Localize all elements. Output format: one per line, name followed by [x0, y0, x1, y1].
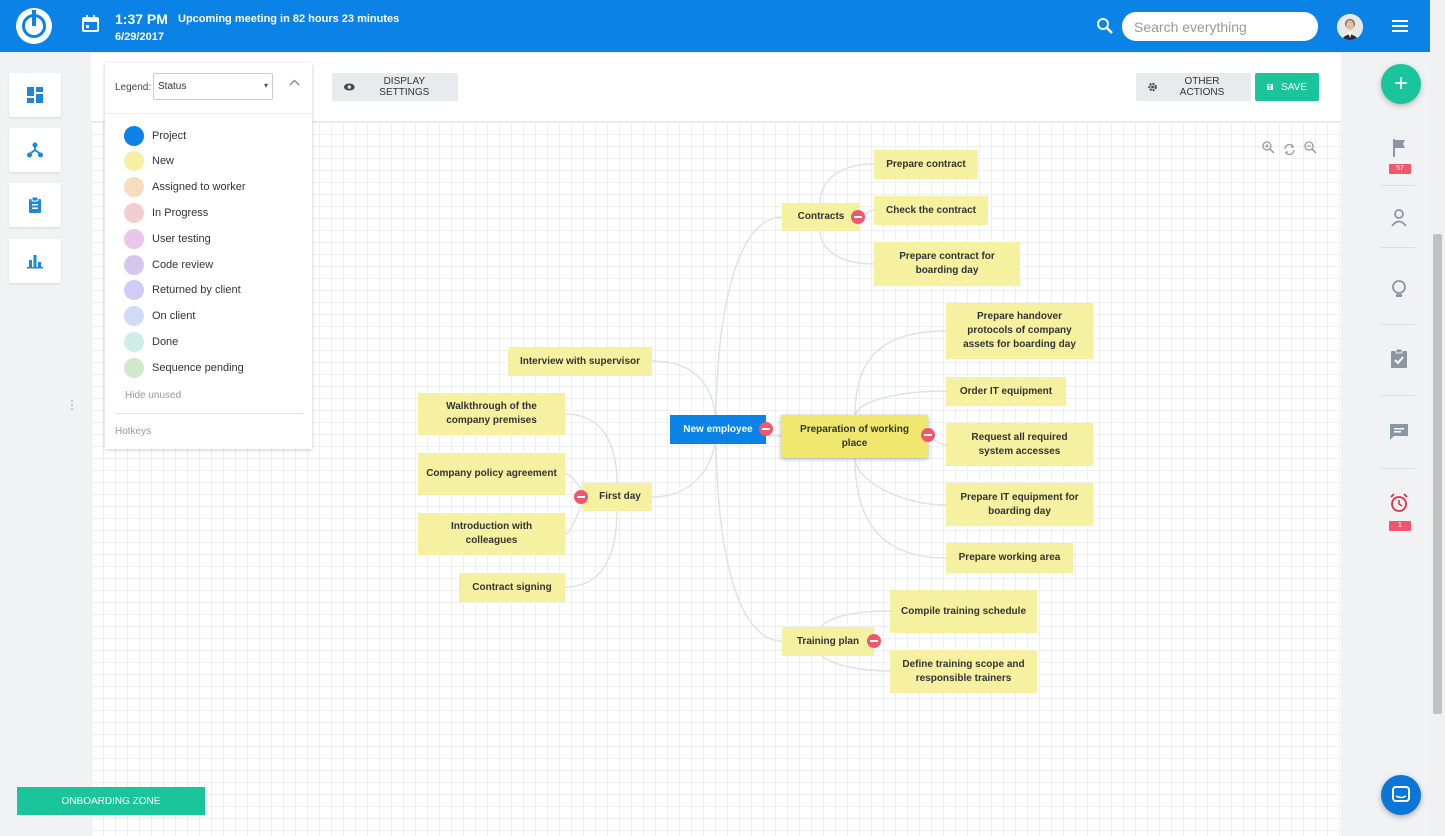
node-prepare-it[interactable]: Prepare IT equipment for boarding day: [946, 483, 1093, 526]
node-interview[interactable]: Interview with supervisor: [508, 347, 652, 376]
legend-item: Assigned to worker: [124, 177, 246, 197]
node-handover[interactable]: Prepare handover protocols of company as…: [946, 303, 1093, 359]
node-compile-training[interactable]: Compile training schedule: [890, 590, 1037, 633]
legend-item-label: New: [152, 155, 175, 167]
legend-item: User testing: [124, 229, 211, 249]
hotkeys-link[interactable]: Hotkeys: [115, 426, 151, 437]
legend-item: Project: [124, 126, 186, 146]
legend-color-swatch: [124, 203, 144, 223]
legend-item-label: User testing: [152, 233, 211, 245]
legend-item-label: Done: [152, 336, 179, 348]
chat-button[interactable]: [1381, 775, 1421, 815]
node-contract-signing[interactable]: Contract signing: [459, 573, 565, 602]
add-button[interactable]: +: [1381, 64, 1421, 104]
node-root[interactable]: New employee: [670, 415, 766, 444]
alarm-clock-icon[interactable]: [1389, 493, 1409, 513]
legend-color-swatch: [124, 126, 144, 146]
hide-unused-link[interactable]: Hide unused: [125, 390, 181, 401]
legend-label: Legend:: [115, 82, 152, 93]
chat-icon: [1392, 786, 1410, 802]
right-divider: [1381, 468, 1415, 469]
node-check-contract[interactable]: Check the contract: [874, 196, 988, 225]
legend-color-swatch: [124, 332, 144, 352]
legend-item: On client: [124, 306, 195, 326]
legend-color-swatch: [124, 229, 144, 249]
right-divider: [1381, 185, 1415, 186]
legend-color-swatch: [124, 280, 144, 300]
collapse-toggle[interactable]: [759, 422, 773, 436]
collapse-toggle[interactable]: [867, 634, 881, 648]
node-preparation-working-place[interactable]: Preparation of working place: [781, 415, 928, 458]
legend-item-label: Assigned to worker: [152, 181, 246, 193]
legend-item-label: On client: [152, 310, 196, 322]
collapse-toggle[interactable]: [921, 428, 935, 442]
comment-icon[interactable]: [1389, 423, 1409, 441]
user-icon[interactable]: [1389, 209, 1409, 227]
legend-item: New: [124, 151, 174, 171]
node-order-it[interactable]: Order IT equipment: [946, 377, 1066, 406]
right-divider: [1381, 395, 1415, 396]
chevron-up-icon[interactable]: [289, 79, 300, 86]
legend-select[interactable]: Status: [153, 73, 273, 100]
logo-mark: [32, 10, 36, 26]
legend-color-swatch: [124, 151, 144, 171]
node-introduction[interactable]: Introduction with colleagues: [418, 513, 565, 555]
legend-color-swatch: [124, 255, 144, 275]
onboarding-zone-button[interactable]: ONBOARDING ZONE: [17, 787, 205, 815]
legend-item-label: In Progress: [152, 207, 209, 219]
legend-divider: [115, 413, 303, 414]
node-policy[interactable]: Company policy agreement: [418, 453, 565, 495]
legend-item: Code review: [124, 255, 213, 275]
legend-item: In Progress: [124, 203, 208, 223]
node-contracts[interactable]: Contracts: [782, 203, 860, 231]
node-walkthrough[interactable]: Walkthrough of the company premises: [418, 393, 565, 435]
right-divider: [1381, 324, 1415, 325]
lightbulb-icon[interactable]: [1389, 279, 1409, 299]
legend-item: Done: [124, 332, 178, 352]
flag-icon[interactable]: [1389, 139, 1409, 157]
node-first-day[interactable]: First day: [582, 483, 652, 511]
node-define-training[interactable]: Define training scope and responsible tr…: [890, 650, 1037, 693]
legend-item-label: Sequence pending: [152, 362, 244, 374]
legend-item: Sequence pending: [124, 358, 244, 378]
legend-item-label: Code review: [152, 259, 214, 271]
collapse-toggle[interactable]: [574, 490, 588, 504]
flag-badge: 57: [1389, 164, 1411, 174]
collapse-toggle[interactable]: [851, 210, 865, 224]
legend-item-label: Returned by client: [152, 284, 241, 296]
node-request-access[interactable]: Request all required system accesses: [946, 423, 1093, 466]
legend-color-swatch: [124, 306, 144, 326]
legend-item-label: Project: [152, 130, 187, 142]
legend-color-swatch: [124, 358, 144, 378]
task-check-icon[interactable]: [1389, 349, 1409, 369]
right-divider: [1381, 247, 1415, 248]
legend-header-divider: [105, 113, 312, 114]
node-prepare-contract-boarding[interactable]: Prepare contract for boarding day: [874, 242, 1020, 286]
node-training-plan[interactable]: Training plan: [782, 627, 874, 656]
node-prepare-contract[interactable]: Prepare contract: [874, 150, 978, 179]
alarm-badge: 1: [1389, 521, 1411, 531]
legend-color-swatch: [124, 177, 144, 197]
legend-item: Returned by client: [124, 280, 241, 300]
node-working-area[interactable]: Prepare working area: [946, 543, 1073, 573]
